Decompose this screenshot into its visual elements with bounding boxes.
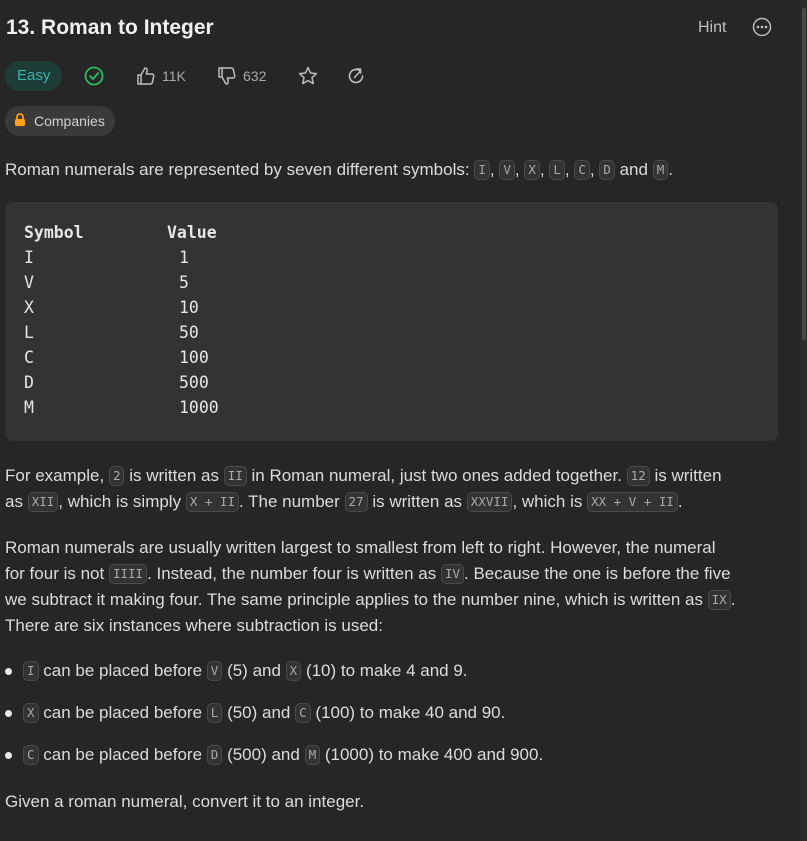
code-inline: 12 [626, 466, 650, 486]
header-value: Value [167, 223, 217, 242]
list-item: C can be placed before D (500) and M (10… [5, 742, 543, 784]
scrollbar-thumb[interactable] [802, 8, 806, 340]
lock-icon [14, 106, 26, 136]
code-inline: X + II [185, 492, 239, 512]
code-symbol: X [524, 160, 540, 180]
table-row: I1 [24, 248, 189, 267]
table-row: M 1000 [24, 398, 219, 417]
example-paragraph: For example, 2 is written as II in Roman… [5, 466, 722, 512]
list-item: X can be placed before L (50) and C (100… [5, 700, 543, 742]
refresh-share-icon[interactable] [345, 65, 367, 87]
code-symbol: D [599, 160, 615, 180]
code-inline: XXVII [466, 492, 513, 512]
problem-meta: Easy 11K 632 [5, 61, 795, 91]
code-inline: 2 [108, 466, 125, 486]
code-inline: IIII [108, 564, 148, 584]
table-row: D 500 [24, 373, 209, 392]
table-header: Symbol Value [24, 223, 217, 242]
table-row: C 100 [24, 348, 209, 367]
code-inline: XII [27, 492, 59, 512]
code-inline: XX + V + II [587, 492, 678, 512]
order-paragraph: Roman numerals are usually written large… [5, 538, 736, 635]
list-item: I can be placed before V (5) and X (10) … [5, 658, 543, 700]
companies-label: Companies [34, 113, 105, 129]
thumbs-down-icon[interactable] [216, 65, 238, 87]
table-row: L 50 [24, 323, 199, 342]
intro-paragraph: Roman numerals are represented by seven … [5, 160, 673, 180]
likes-count: 11K [162, 68, 186, 84]
companies-button[interactable]: Companies [5, 106, 115, 136]
code-symbol: M [652, 160, 669, 180]
problem-title[interactable]: 13. Roman to Integer [6, 16, 214, 40]
subtraction-rules-list: I can be placed before V (5) and X (10) … [5, 658, 543, 784]
check-circle-icon [83, 65, 105, 87]
closing-paragraph: Given a roman numeral, convert it to an … [5, 792, 365, 811]
code-symbol: C [574, 160, 590, 180]
code-symbol: L [549, 160, 565, 180]
thumbs-up-icon[interactable] [135, 65, 157, 87]
table-row: X 10 [24, 298, 199, 317]
table-row: V5 [24, 273, 189, 292]
code-symbol: V [499, 160, 515, 180]
code-symbol: I [474, 160, 490, 180]
problem-header: 13. Roman to Integer Hint [5, 14, 795, 48]
hint-button[interactable]: Hint [698, 19, 726, 37]
star-icon[interactable] [297, 65, 319, 87]
code-inline: IV [440, 564, 465, 584]
difficulty-badge: Easy [5, 61, 63, 91]
code-inline: IX [707, 590, 731, 610]
more-horizontal-icon[interactable] [752, 17, 772, 37]
code-inline: 27 [344, 492, 368, 512]
header-symbol: Symbol [24, 223, 84, 242]
page-scrollbar[interactable] [801, 0, 807, 841]
dislikes-count: 632 [243, 68, 267, 84]
code-inline: II [223, 466, 247, 486]
symbol-value-table: Symbol Value I1 V5 X 10 L 50 C 100 D 500 M 100… [5, 202, 778, 441]
